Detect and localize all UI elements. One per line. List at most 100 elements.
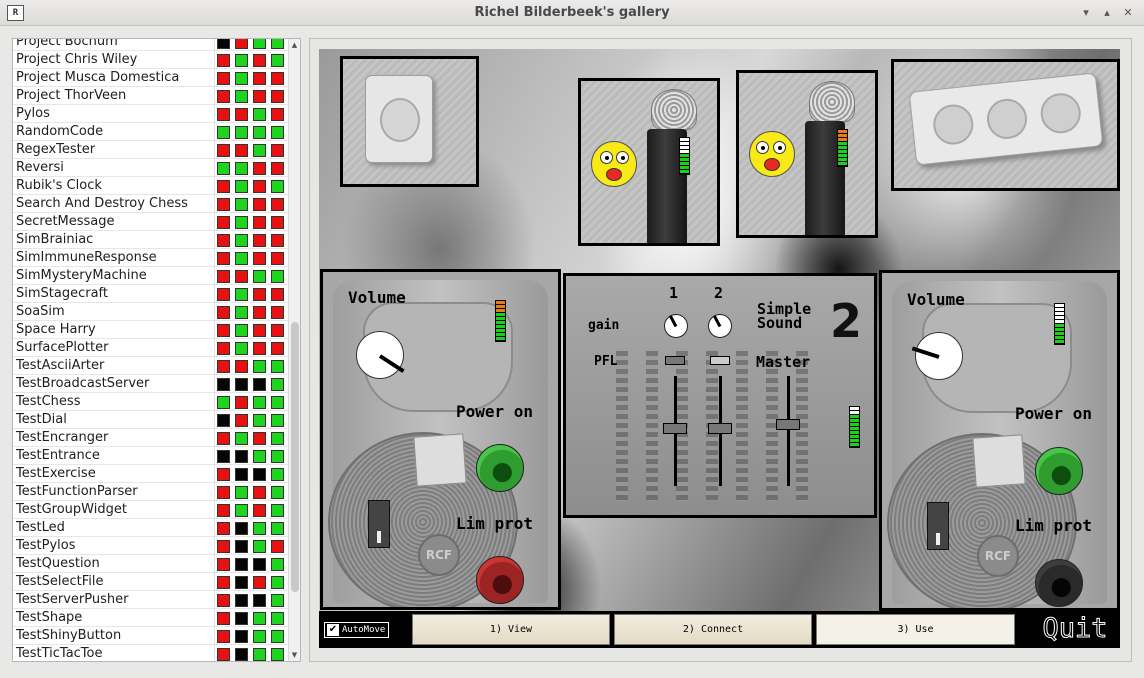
power-strip-image[interactable]	[891, 59, 1120, 191]
right-power-led[interactable]	[1035, 447, 1083, 495]
list-item-name: RegexTester	[16, 142, 96, 157]
view-step-button[interactable]: 1) View	[412, 614, 610, 645]
status-cell	[235, 630, 248, 643]
status-cell	[271, 630, 284, 643]
status-cell	[253, 216, 266, 229]
list-item[interactable]: TestSelectFile	[13, 573, 289, 591]
status-cell	[235, 360, 248, 373]
list-item-name: Project Bochum	[16, 38, 118, 49]
list-item[interactable]: TestLed	[13, 519, 289, 537]
list-item[interactable]: SurfacePlotter	[13, 339, 289, 357]
minimize-button[interactable]: ▾	[1078, 5, 1094, 21]
status-cell	[271, 396, 284, 409]
status-cell	[271, 360, 284, 373]
status-cell	[253, 342, 266, 355]
list-item[interactable]: RegexTester	[13, 141, 289, 159]
status-cell	[271, 39, 284, 49]
list-item[interactable]: SimMysteryMachine	[13, 267, 289, 285]
list-item[interactable]: Project Bochum	[13, 38, 289, 51]
status-cell	[235, 378, 248, 391]
program-list-rows: Project Bochum Project Chris Wiley Project…	[13, 38, 289, 661]
channel-1-pfl-button[interactable]	[665, 356, 685, 365]
list-item-name: TestDial	[16, 412, 67, 427]
wall-socket-image[interactable]	[340, 56, 479, 187]
status-cell	[235, 216, 248, 229]
status-cell	[235, 468, 248, 481]
list-item[interactable]: TestTicTacToe	[13, 645, 289, 661]
microphone-1-image[interactable]	[578, 78, 720, 246]
list-item[interactable]: TestBroadcastServer	[13, 375, 289, 393]
left-power-led[interactable]	[476, 444, 524, 492]
status-cell	[253, 144, 266, 157]
status-cell	[253, 324, 266, 337]
list-item[interactable]: Reversi	[13, 159, 289, 177]
scroll-down-arrow-icon[interactable]: ▼	[289, 649, 300, 661]
list-scrollbar[interactable]: ▲ ▼	[288, 39, 300, 661]
list-item[interactable]: SoaSim	[13, 303, 289, 321]
list-item[interactable]: TestEntrance	[13, 447, 289, 465]
list-item[interactable]: TestGroupWidget	[13, 501, 289, 519]
use-step-button[interactable]: 3) Use	[816, 614, 1015, 645]
channel-1-fader[interactable]	[663, 423, 687, 434]
list-item[interactable]: TestDial	[13, 411, 289, 429]
list-item[interactable]: TestExercise	[13, 465, 289, 483]
status-cell	[235, 486, 248, 499]
list-item[interactable]: Space Harry	[13, 321, 289, 339]
connect-step-button[interactable]: 2) Connect	[614, 614, 812, 645]
maximize-button[interactable]: ▴	[1099, 5, 1115, 21]
list-item[interactable]: Project ThorVeen	[13, 87, 289, 105]
list-item-name: Space Harry	[16, 322, 96, 337]
brand-number-label: 2	[830, 294, 863, 348]
scroll-thumb[interactable]	[291, 322, 299, 592]
list-item[interactable]: TestAsciiArter	[13, 357, 289, 375]
status-cell	[235, 54, 248, 67]
scroll-up-arrow-icon[interactable]: ▲	[289, 39, 300, 51]
list-item[interactable]: TestChess	[13, 393, 289, 411]
master-fader[interactable]	[776, 419, 800, 430]
channel-2-gain-knob[interactable]	[708, 314, 732, 338]
list-item[interactable]: Project Chris Wiley	[13, 51, 289, 69]
list-item[interactable]: Rubik's Clock	[13, 177, 289, 195]
list-item[interactable]: Search And Destroy Chess	[13, 195, 289, 213]
list-item[interactable]: TestShape	[13, 609, 289, 627]
status-cell	[217, 108, 230, 121]
list-item[interactable]: TestPylos	[13, 537, 289, 555]
list-item[interactable]: RandomCode	[13, 123, 289, 141]
left-power-switch[interactable]	[368, 500, 390, 548]
close-button[interactable]: ✕	[1120, 5, 1136, 21]
list-item[interactable]: TestFunctionParser	[13, 483, 289, 501]
right-volume-knob[interactable]	[911, 332, 963, 380]
list-item-name: TestChess	[16, 394, 81, 409]
list-item[interactable]: TestQuestion	[13, 555, 289, 573]
channel-2-fader[interactable]	[708, 423, 732, 434]
list-item[interactable]: Project Musca Domestica	[13, 69, 289, 87]
list-item[interactable]: SimBrainiac	[13, 231, 289, 249]
microphone-2-image[interactable]	[736, 70, 878, 238]
status-cell	[217, 378, 230, 391]
list-item[interactable]: TestEncranger	[13, 429, 289, 447]
power-on-label: Power on	[1015, 404, 1093, 423]
status-cell	[271, 144, 284, 157]
status-cell	[253, 378, 266, 391]
program-list[interactable]: Project Bochum Project Chris Wiley Project…	[12, 38, 301, 662]
quit-button[interactable]: Quit	[1034, 613, 1116, 645]
rcf-logo-icon: RCF	[977, 535, 1019, 577]
status-cell	[271, 342, 284, 355]
list-item[interactable]: TestServerPusher	[13, 591, 289, 609]
list-item-name: Project Chris Wiley	[16, 52, 138, 67]
list-item-name: SimMysteryMachine	[16, 268, 147, 283]
automove-checkbox[interactable]: ✔ AutoMove	[324, 622, 390, 638]
status-cell	[235, 288, 248, 301]
list-item[interactable]: TestShinyButton	[13, 627, 289, 645]
right-power-switch[interactable]	[927, 502, 949, 550]
list-item[interactable]: SecretMessage	[13, 213, 289, 231]
status-cell	[235, 162, 248, 175]
list-item[interactable]: SimStagecraft	[13, 285, 289, 303]
left-volume-knob[interactable]	[356, 331, 405, 379]
left-speaker-vu-meter	[495, 300, 506, 342]
list-item[interactable]: Pylos	[13, 105, 289, 123]
list-item[interactable]: SimImmuneResponse	[13, 249, 289, 267]
status-cell	[235, 39, 248, 49]
channel-1-gain-knob[interactable]	[664, 314, 688, 338]
channel-2-pfl-button[interactable]	[710, 356, 730, 365]
